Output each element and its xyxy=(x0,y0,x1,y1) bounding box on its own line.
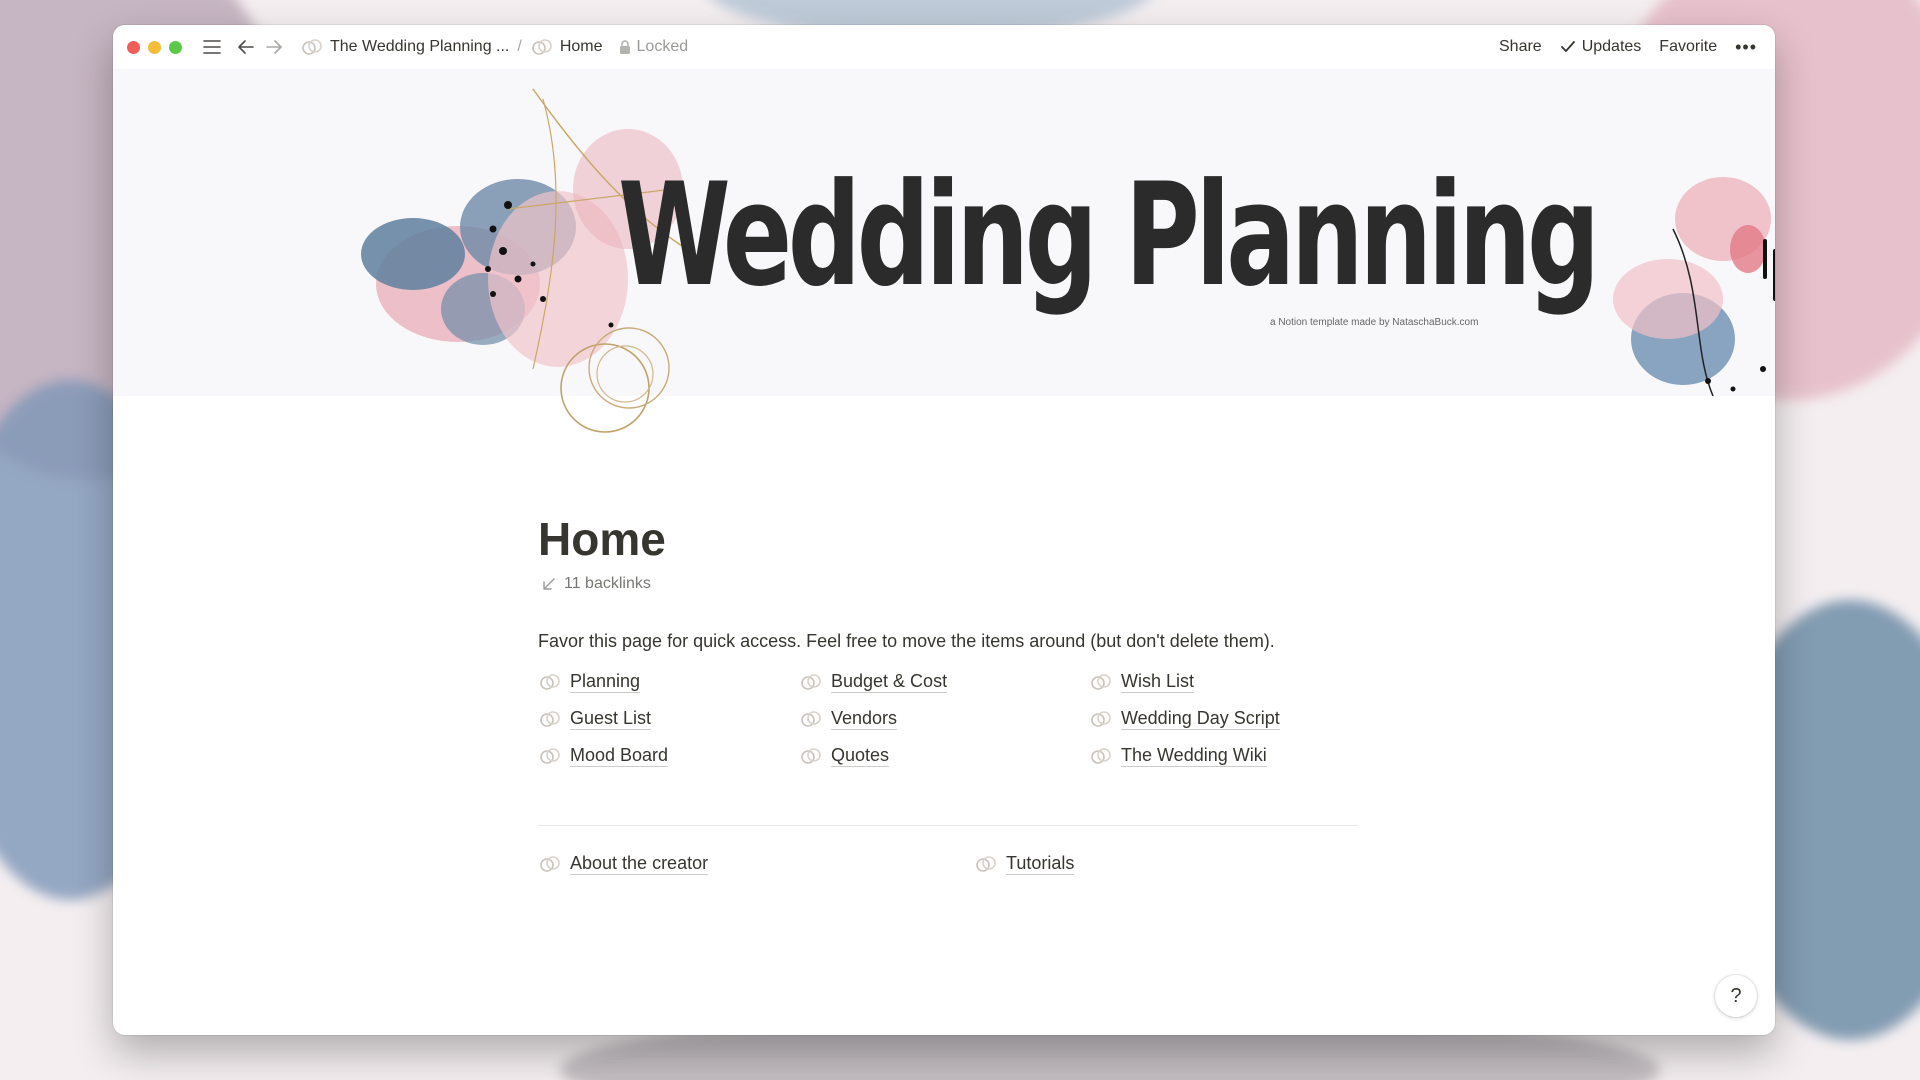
page-link-label: Guest List xyxy=(570,708,652,731)
title-bar: The Wedding Planning ... / Home Locked S… xyxy=(113,25,1775,69)
rings-icon xyxy=(532,39,552,55)
backlink-arrow-icon xyxy=(543,577,555,590)
updates-button[interactable]: Updates xyxy=(1560,38,1642,56)
page-link-wedding-day-script[interactable]: Wedding Day Script xyxy=(1089,707,1349,732)
cover-credit: a Notion template made by NataschaBuck.c… xyxy=(1270,317,1479,328)
rings-icon xyxy=(1091,748,1111,764)
page-content: Home 11 backlinks Favor this page for qu… xyxy=(538,396,1368,877)
rings-icon xyxy=(1091,711,1111,727)
updates-label: Updates xyxy=(1581,38,1642,55)
page-link-budget-cost[interactable]: Budget & Cost xyxy=(799,670,1089,695)
topbar-actions: Share Updates Favorite ••• xyxy=(1499,37,1757,58)
rings-icon xyxy=(540,856,560,872)
page-body: Home 11 backlinks Favor this page for qu… xyxy=(113,396,1775,1035)
window-controls xyxy=(127,40,182,54)
page-link-label: Planning xyxy=(570,671,641,694)
page-link-mood-board[interactable]: Mood Board xyxy=(538,744,799,769)
breadcrumb-workspace[interactable]: The Wedding Planning ... xyxy=(296,35,513,59)
backlinks-button[interactable]: 11 backlinks xyxy=(538,575,1368,593)
bottom-links: About the creator Tutorials xyxy=(538,852,1368,877)
page-link-label: Budget & Cost xyxy=(831,671,948,694)
rings-icon xyxy=(976,856,996,872)
rings-icon xyxy=(801,674,821,690)
locked-label: Locked xyxy=(636,38,689,55)
page-link-label: Mood Board xyxy=(570,745,669,768)
page-link-label: Wish List xyxy=(1121,671,1195,694)
sidebar-toggle-icon[interactable] xyxy=(198,33,226,61)
page-links-grid: Planning Budget & Cost Wish List Guest L… xyxy=(538,670,1368,769)
rings-icon xyxy=(801,711,821,727)
page-description: Favor this page for quick access. Feel f… xyxy=(538,630,1275,651)
page-link-label: About the creator xyxy=(570,853,709,876)
page-link-label: The Wedding Wiki xyxy=(1121,745,1267,768)
share-button[interactable]: Share xyxy=(1499,38,1542,56)
minimize-window-button[interactable] xyxy=(148,40,161,54)
page-link-label: Quotes xyxy=(831,745,890,768)
cover-image[interactable]: Wedding Planning a Notion template made … xyxy=(113,69,1775,396)
breadcrumb-workspace-label: The Wedding Planning ... xyxy=(330,38,510,55)
cover-title: Wedding Planning xyxy=(618,153,1600,318)
app-window: The Wedding Planning ... / Home Locked S… xyxy=(113,25,1775,1035)
page-link-wedding-wiki[interactable]: The Wedding Wiki xyxy=(1089,744,1349,769)
page-title: Home xyxy=(538,513,666,565)
page-link-label: Wedding Day Script xyxy=(1121,708,1280,731)
lock-icon xyxy=(619,39,630,54)
back-arrow-icon[interactable] xyxy=(232,33,260,61)
page-link-planning[interactable]: Planning xyxy=(538,670,799,695)
help-button[interactable]: ? xyxy=(1715,975,1757,1017)
rings-icon xyxy=(801,748,821,764)
backlinks-label: 11 backlinks xyxy=(564,574,651,592)
page-link-guest-list[interactable]: Guest List xyxy=(538,707,799,732)
zoom-window-button[interactable] xyxy=(169,40,182,54)
rings-icon xyxy=(540,674,560,690)
divider xyxy=(538,824,1358,826)
breadcrumb-page-label: Home xyxy=(559,38,603,55)
rings-icon xyxy=(540,711,560,727)
page-link-vendors[interactable]: Vendors xyxy=(799,707,1089,732)
rings-icon xyxy=(302,39,322,55)
page-link-wish-list[interactable]: Wish List xyxy=(1089,670,1349,695)
locked-indicator[interactable]: Locked xyxy=(619,38,689,56)
page-link-label: Tutorials xyxy=(1006,853,1075,876)
page-link-quotes[interactable]: Quotes xyxy=(799,744,1089,769)
breadcrumb-page[interactable]: Home xyxy=(526,35,607,59)
rings-icon xyxy=(540,748,560,764)
close-window-button[interactable] xyxy=(127,40,140,54)
page-link-about-creator[interactable]: About the creator xyxy=(538,852,974,877)
more-options-icon[interactable]: ••• xyxy=(1735,37,1757,58)
breadcrumb-separator: / xyxy=(517,38,522,55)
page-link-label: Vendors xyxy=(831,708,898,731)
gold-rings-illustration xyxy=(560,327,670,433)
forward-arrow-icon[interactable] xyxy=(260,33,288,61)
check-icon xyxy=(1560,41,1575,52)
favorite-button[interactable]: Favorite xyxy=(1659,38,1717,56)
page-link-tutorials[interactable]: Tutorials xyxy=(974,852,1274,877)
rings-icon xyxy=(1091,674,1111,690)
